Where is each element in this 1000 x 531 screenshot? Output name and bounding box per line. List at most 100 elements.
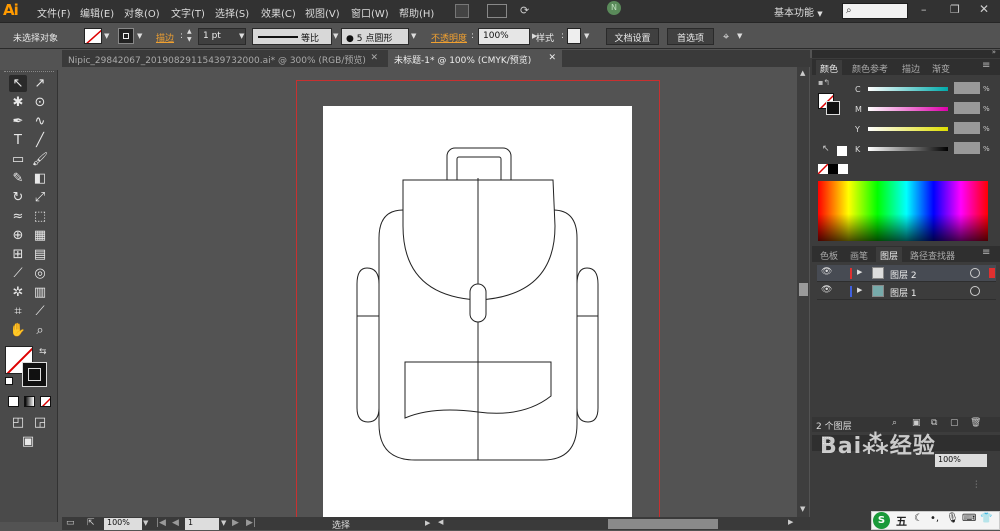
new-sublayer-icon[interactable]: ⧉ xyxy=(931,418,937,428)
swap-colors-icon[interactable]: ⇆ xyxy=(39,347,47,357)
panel-menu-icon[interactable]: ≡ xyxy=(982,247,990,258)
chevron-right-icon[interactable]: ▶ xyxy=(425,519,430,527)
document-setup-button[interactable]: 文档设置 xyxy=(606,28,659,45)
tab-pathfinder[interactable]: 路径查找器 xyxy=(906,247,959,264)
panel-grip[interactable]: » xyxy=(812,48,1000,58)
sync-icon[interactable]: N xyxy=(607,1,621,15)
backpack-drawing[interactable] xyxy=(323,106,632,530)
draw-behind-icon[interactable]: ◲ xyxy=(31,414,49,431)
out-of-gamut-swatch[interactable] xyxy=(837,146,847,156)
maximize-button[interactable]: ❐ xyxy=(950,3,960,16)
arrange-documents-icon[interactable] xyxy=(487,4,507,18)
chevron-down-icon[interactable]: ▼ xyxy=(137,32,142,40)
export-icon[interactable]: ⇱ xyxy=(87,518,95,528)
black-swatch[interactable] xyxy=(828,164,838,174)
chevron-down-icon[interactable]: ▼ xyxy=(239,32,244,40)
gradient-icon[interactable]: ▤ xyxy=(31,246,49,263)
panel-menu-icon[interactable]: ≡ xyxy=(982,60,990,71)
previous-artboard-icon[interactable]: ◀ xyxy=(172,518,179,528)
type-tool-icon[interactable]: T xyxy=(9,132,27,149)
menu-edit[interactable]: 编辑(E) xyxy=(80,5,114,20)
channel-y-slider[interactable] xyxy=(868,127,948,131)
perspective-grid-icon[interactable]: ▦ xyxy=(31,227,49,244)
tab-swatches[interactable]: 色板 xyxy=(816,247,842,264)
stroke-label[interactable]: 描边 xyxy=(156,31,174,44)
artboard[interactable] xyxy=(323,106,632,530)
menu-window[interactable]: 窗口(W) xyxy=(351,5,389,20)
scrollbar-thumb[interactable] xyxy=(799,283,808,296)
gradient-mode-icon[interactable] xyxy=(24,396,35,407)
channel-c-field[interactable] xyxy=(954,82,980,94)
preferences-button[interactable]: 首选项 xyxy=(667,28,714,45)
menu-view[interactable]: 视图(V) xyxy=(305,5,340,20)
opacity-field[interactable]: 100% xyxy=(478,28,530,45)
horizontal-scroll-thumb[interactable] xyxy=(608,519,718,529)
scroll-right-icon[interactable]: ▶ xyxy=(788,518,793,526)
eye-icon[interactable]: 👁 xyxy=(821,267,832,277)
slice-tool-icon[interactable]: ⟋ xyxy=(31,303,49,320)
layer-row[interactable]: 👁 ▶ 图层 2 xyxy=(817,265,996,282)
symbol-sprayer-icon[interactable]: ✲ xyxy=(9,284,27,301)
channel-m-slider[interactable] xyxy=(868,107,948,111)
first-artboard-icon[interactable]: |◀ xyxy=(156,518,166,528)
layer-name[interactable]: 图层 2 xyxy=(890,268,917,281)
ime-mode-label[interactable]: 五 xyxy=(896,513,907,529)
channel-y-field[interactable] xyxy=(954,122,980,134)
expand-arrow-icon[interactable]: ▶ xyxy=(857,268,862,276)
menu-object[interactable]: 对象(O) xyxy=(124,5,160,20)
bridge-icon[interactable] xyxy=(455,4,469,18)
help-search-input[interactable]: ⌕ xyxy=(842,3,908,19)
target-icon[interactable] xyxy=(970,268,980,278)
selection-tool-icon[interactable]: ↖ xyxy=(9,75,27,92)
stepper-icon[interactable]: ▲ ▼ xyxy=(187,28,196,45)
stroke-color-box[interactable] xyxy=(22,362,47,387)
eyedropper-icon[interactable]: ⟋ xyxy=(9,265,27,282)
none-mode-icon[interactable] xyxy=(40,396,51,407)
pencil-icon[interactable]: ✎ xyxy=(9,170,27,187)
chevron-down-icon[interactable]: ▼ xyxy=(333,32,338,40)
close-icon[interactable]: ✕ xyxy=(548,53,556,63)
menu-effect[interactable]: 效果(C) xyxy=(261,5,296,20)
tab-gradient[interactable]: 渐变 xyxy=(928,60,954,77)
rectangle-tool-icon[interactable]: ▭ xyxy=(9,151,27,168)
channel-c-slider[interactable] xyxy=(868,87,948,91)
blend-icon[interactable]: ◎ xyxy=(31,265,49,282)
scroll-left-icon[interactable]: ◀ xyxy=(438,518,443,526)
default-colors-icon[interactable] xyxy=(5,377,13,385)
menu-help[interactable]: 帮助(H) xyxy=(399,5,434,20)
color-mode-icon[interactable] xyxy=(8,396,19,407)
zoom-tool-icon[interactable]: ⌕ xyxy=(31,322,49,339)
align-icon[interactable]: ⌖ xyxy=(723,30,729,44)
column-graph-icon[interactable]: ▥ xyxy=(31,284,49,301)
layer-row[interactable]: 👁 ▶ 图层 1 xyxy=(817,283,996,300)
expand-arrow-icon[interactable]: ▶ xyxy=(857,286,862,294)
curvature-tool-icon[interactable]: ∿ xyxy=(31,113,49,130)
scale-icon[interactable]: ⤢ xyxy=(31,189,49,206)
warp-icon[interactable]: ≈ xyxy=(9,208,27,225)
screen-mode-icon[interactable]: ▣ xyxy=(17,433,39,450)
artboard-number-field[interactable]: 1 xyxy=(185,518,219,530)
none-swatch[interactable] xyxy=(818,164,828,174)
close-icon[interactable]: ✕ xyxy=(370,53,378,63)
brush-definition[interactable]: ● 5 点圆形 xyxy=(341,28,409,45)
mic-icon[interactable]: 🎙 xyxy=(946,513,959,524)
free-transform-icon[interactable]: ⬚ xyxy=(31,208,49,225)
chevron-down-icon[interactable]: ▼ xyxy=(221,519,226,527)
artboard-tool-icon[interactable]: ⌗ xyxy=(9,303,27,320)
pen-tool-icon[interactable]: ✒ xyxy=(9,113,27,130)
color-spectrum[interactable] xyxy=(818,181,988,241)
target-icon[interactable] xyxy=(970,286,980,296)
moon-icon[interactable]: ☾ xyxy=(914,513,923,524)
hand-tool-icon[interactable]: ✋ xyxy=(9,322,27,339)
tab-brushes[interactable]: 画笔 xyxy=(846,247,872,264)
eraser-icon[interactable]: ◧ xyxy=(31,170,49,187)
tab-nipic-document[interactable]: Nipic_29842067_20190829115439732000.ai* … xyxy=(62,50,384,67)
shirt-icon[interactable]: 👕 xyxy=(980,513,992,524)
white-swatch[interactable] xyxy=(838,164,848,174)
clipping-mask-icon[interactable]: ▣ xyxy=(912,418,921,428)
tab-stroke[interactable]: 描边 xyxy=(898,60,924,77)
next-artboard-icon[interactable]: ▶ xyxy=(232,518,239,528)
paintbrush-icon[interactable]: 🖌 xyxy=(31,151,49,168)
eye-icon[interactable]: 👁 xyxy=(821,285,832,295)
color-stroke-indicator[interactable] xyxy=(826,101,840,115)
